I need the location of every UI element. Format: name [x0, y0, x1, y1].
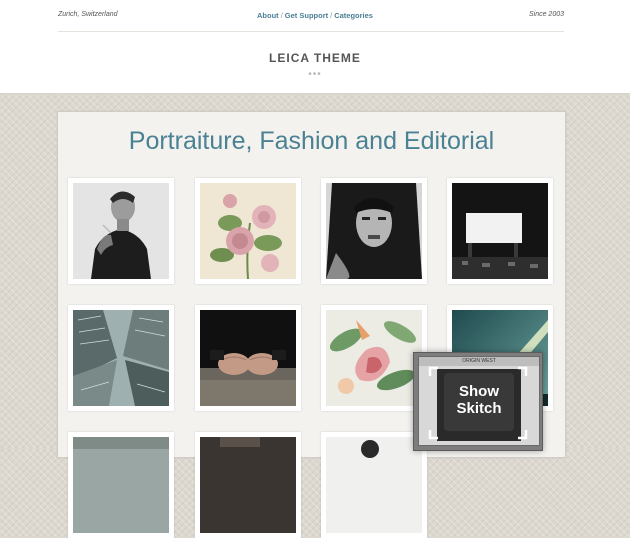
show-skitch-label-line1: Show	[459, 383, 499, 400]
tropical-illustration	[326, 310, 422, 406]
gallery-title: Portraiture, Fashion and Editorial	[128, 127, 495, 155]
site-title[interactable]: LEICA THEME	[0, 51, 630, 65]
drive-in-screen-photo	[452, 183, 548, 279]
landscape-photo	[73, 437, 169, 533]
dark-interior-photo	[200, 437, 296, 533]
expand-corner-icon	[428, 366, 438, 376]
gallery-thumbnail[interactable]	[321, 305, 427, 411]
skyscrapers-photo	[73, 310, 169, 406]
gallery-thumbnail[interactable]	[321, 432, 427, 538]
gallery-thumbnail[interactable]	[195, 432, 301, 538]
gallery-thumbnail[interactable]	[195, 178, 301, 284]
since-text: Since 2003	[528, 11, 564, 18]
clenched-fists-photo	[200, 310, 296, 406]
expand-corner-icon	[518, 430, 528, 440]
gallery-thumbnail[interactable]	[68, 432, 174, 538]
gallery-thumbnail[interactable]	[195, 305, 301, 411]
gallery-thumbnail[interactable]	[68, 178, 174, 284]
botanical-illustration	[200, 183, 296, 279]
nav-categories-link[interactable]: Categories	[334, 11, 373, 20]
nav-about-link[interactable]: About	[257, 11, 279, 20]
show-skitch-button[interactable]: Show Skitch	[444, 373, 514, 431]
nav-get-support-link[interactable]: Get Support	[285, 11, 328, 20]
decorative-dots: •••	[308, 69, 322, 80]
site-header: Zurich, Switzerland About / Get Support / Ca…	[0, 0, 630, 94]
portrait-sketch-photo	[326, 437, 422, 533]
show-skitch-widget[interactable]: ORIGIN WEST Show Skitch	[413, 352, 543, 451]
expand-corner-icon	[428, 430, 438, 440]
portrait-photo	[73, 183, 169, 279]
header-divider	[58, 31, 564, 32]
woman-portrait-photo	[326, 183, 422, 279]
gallery-thumbnail[interactable]	[321, 178, 427, 284]
gallery-thumbnail[interactable]	[447, 178, 553, 284]
skitch-window-title: ORIGIN WEST	[419, 357, 539, 366]
gallery-thumbnail[interactable]	[68, 305, 174, 411]
show-skitch-label-line2: Skitch	[456, 400, 502, 417]
expand-corner-icon	[518, 366, 528, 376]
